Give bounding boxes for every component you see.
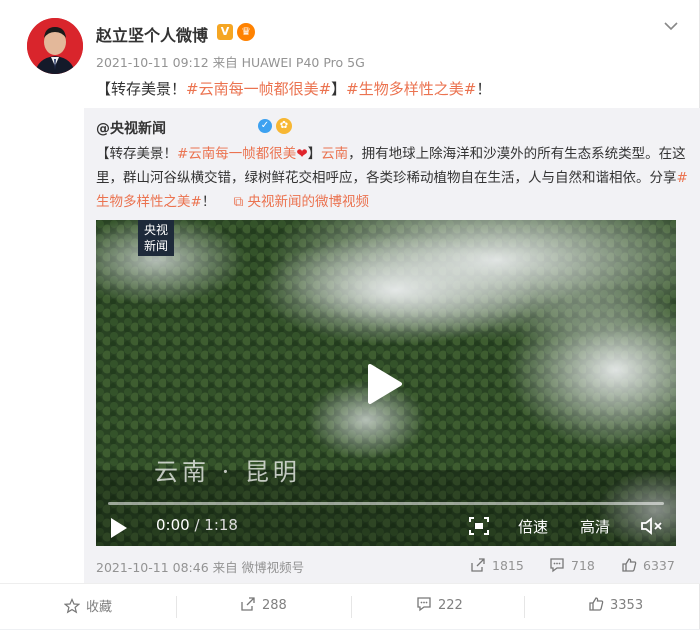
author-name[interactable]: 赵立坚个人微博 <box>96 22 208 46</box>
repost-text-prefix: 【转存美景！ <box>96 146 177 162</box>
weibo-post-card: 赵立坚个人微博 V ♛ 2021-10-11 09:12 来自 HUAWEI P… <box>0 0 700 629</box>
repost-text-mid: 】 <box>307 146 322 162</box>
repost-meta: 2021-10-11 08:46 来自 微博视频号 <box>96 560 305 575</box>
repost-count: 1815 <box>492 558 524 573</box>
screenshot-icon[interactable] <box>468 516 490 540</box>
comment-icon <box>550 558 564 573</box>
logo-line-1: 央视 <box>143 223 168 237</box>
comment-count-label: 222 <box>438 598 463 613</box>
action-bar: 收藏 288 222 3353 <box>0 583 700 630</box>
like-count-label: 3353 <box>610 598 644 613</box>
comment-count: 718 <box>571 558 595 573</box>
repost-stat-likes[interactable]: 6337 <box>621 557 675 573</box>
time-total: / 1:18 <box>194 516 238 534</box>
repost-count-label: 288 <box>262 598 287 613</box>
hashtag-link[interactable]: #云南每一帧都很美# <box>186 80 331 98</box>
reposted-content: @央视新闻 ✓ ✿ 【转存美景！#云南每一帧都很美❤】云南，拥有地球上除海洋和沙… <box>84 108 700 583</box>
video-link[interactable]: ⧉ 央视新闻的微博视频 <box>234 194 369 210</box>
video-player[interactable]: 央视 新闻 云南 · 昆明 0:00 / 1:18 倍速 高清 <box>96 220 676 546</box>
hashtag-link[interactable]: #生物多样性之美# <box>346 80 476 98</box>
thumbs-up-icon <box>622 558 637 572</box>
location-link[interactable]: 云南 <box>321 146 348 162</box>
repost-author[interactable]: @央视新闻 <box>96 118 166 138</box>
post-text-mid: 】 <box>331 80 347 98</box>
star-icon <box>63 598 81 614</box>
post-meta: 2021-10-11 09:12 来自 HUAWEI P40 Pro 5G <box>96 55 365 70</box>
playback-speed-button[interactable]: 倍速 <box>518 516 548 537</box>
like-count: 6337 <box>643 558 675 573</box>
quality-button[interactable]: 高清 <box>580 516 610 537</box>
favorite-button[interactable]: 收藏 <box>63 596 113 615</box>
share-icon <box>241 597 255 611</box>
post-text-suffix: ！ <box>476 80 492 98</box>
verified-blue-icon: ✓ <box>258 119 272 133</box>
comment-button[interactable]: 222 <box>416 596 463 613</box>
mute-icon[interactable] <box>640 516 664 540</box>
video-link-icon: ⧉ <box>233 194 248 210</box>
video-time: 0:00 / 1:18 <box>156 516 238 534</box>
gold-badge-icon: ✿ <box>276 118 292 134</box>
post-text: 【转存美景！#云南每一帧都很美#】#生物多样性之美#！ <box>96 78 491 99</box>
repost-text: 【转存美景！#云南每一帧都很美❤】云南，拥有地球上除海洋和沙漠外的所有生态系统类… <box>96 142 688 214</box>
repost-stat-reposts[interactable]: 1815 <box>470 557 524 573</box>
progress-bar[interactable] <box>108 502 664 505</box>
play-button-icon[interactable] <box>108 516 130 544</box>
logo-line-2: 新闻 <box>143 239 168 253</box>
hashtag-link[interactable]: #云南每一帧都很美 <box>177 146 296 162</box>
repost-button[interactable]: 288 <box>240 596 287 613</box>
divider <box>524 596 525 618</box>
comment-icon <box>417 597 431 612</box>
divider <box>351 596 352 618</box>
time-current: 0:00 <box>156 516 190 534</box>
play-icon[interactable] <box>364 362 404 410</box>
repost-text-exclaim: ！ <box>201 194 216 210</box>
favorite-label: 收藏 <box>86 600 113 615</box>
thumbs-up-icon <box>589 597 604 611</box>
share-icon <box>471 558 485 572</box>
chevron-down-icon[interactable] <box>660 16 682 34</box>
divider <box>176 596 177 618</box>
vip-crown-icon: ♛ <box>237 23 255 41</box>
verified-v-icon: V <box>217 24 233 40</box>
repost-stat-comments[interactable]: 718 <box>549 557 595 573</box>
post-text-prefix: 【转存美景！ <box>96 80 187 98</box>
heart-icon: ❤ <box>296 146 308 162</box>
video-caption: 云南 · 昆明 <box>154 458 301 486</box>
author-avatar[interactable] <box>27 18 83 74</box>
video-link-label: 央视新闻的微博视频 <box>247 194 370 210</box>
like-button[interactable]: 3353 <box>588 596 643 613</box>
cctv-news-logo: 央视 新闻 <box>138 220 174 256</box>
